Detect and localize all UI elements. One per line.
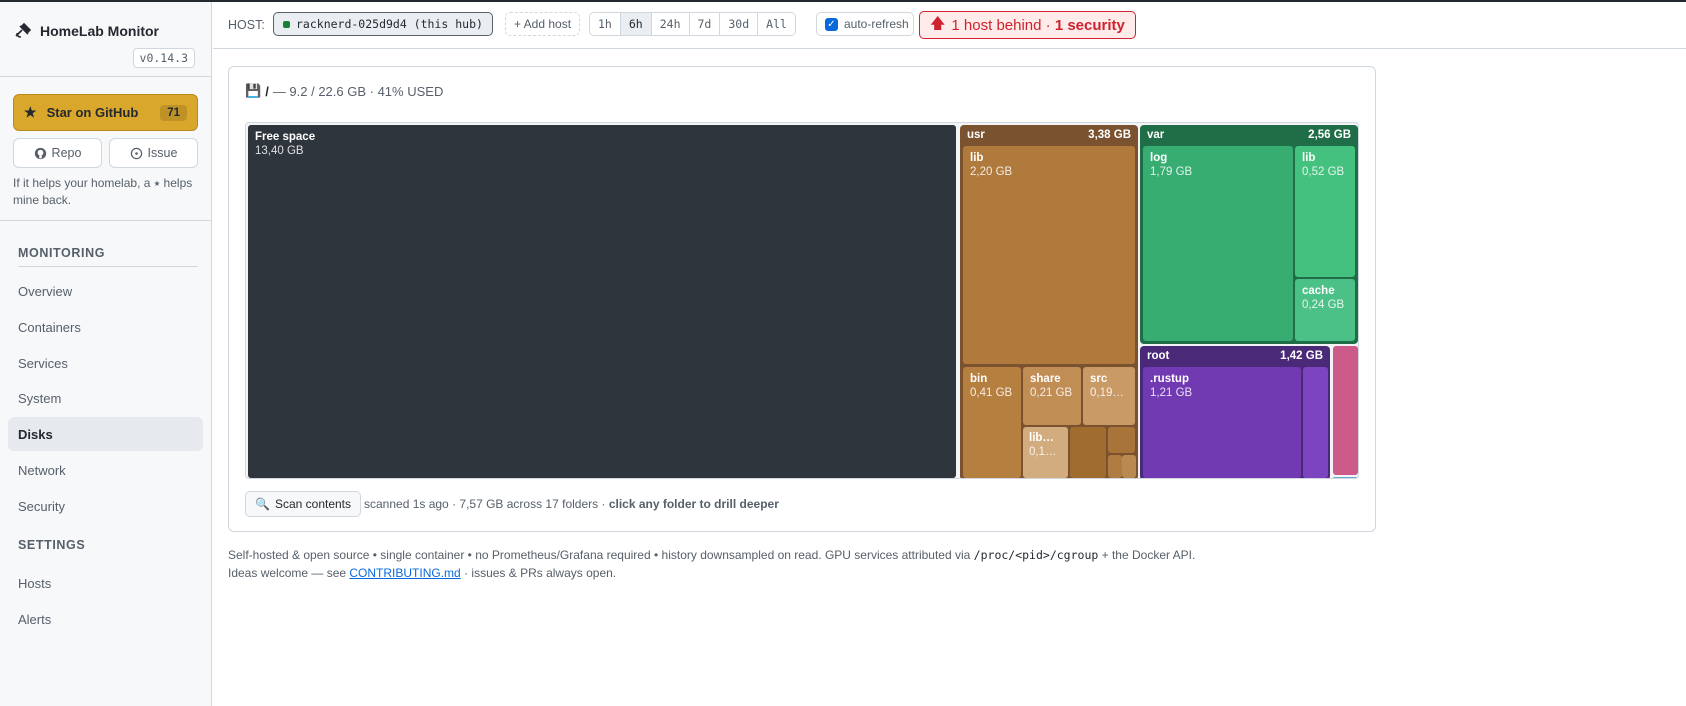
brand[interactable]: HomeLab Monitor [14, 22, 159, 40]
treemap-group-var[interactable]: var 2,56 GB log 1,79 GB lib 0,52 GB cache… [1140, 125, 1358, 344]
usr-header: usr 3,38 GB [967, 129, 1131, 141]
treemap-tile-usr-small[interactable] [1122, 455, 1136, 478]
footer: Self-hosted & open source • single conta… [228, 546, 1195, 582]
issue-button[interactable]: Issue [109, 138, 198, 168]
auto-refresh-toggle[interactable]: ✓ auto-refresh [816, 12, 914, 36]
issue-icon [130, 147, 142, 159]
treemap-tile-root-small[interactable] [1303, 367, 1328, 478]
support-help-text: If it helps your homelab, a ⭑ helps mine… [13, 176, 193, 207]
host-label: HOST: [228, 18, 265, 32]
range-1h-button[interactable]: 1h [590, 13, 621, 35]
star-icon: ★ [24, 104, 37, 120]
contributing-link[interactable]: CONTRIBUTING.md [349, 566, 460, 580]
time-range-selector: 1h 6h 24h 7d 30d All [589, 12, 796, 36]
auto-refresh-checkbox[interactable]: ✓ [825, 17, 838, 31]
scan-button-label: Scan contents [274, 497, 352, 511]
app-title: HomeLab Monitor [40, 23, 159, 39]
treemap-group-usr[interactable]: usr 3,38 GB lib 2,20 GB bin 0,41 GB share… [960, 125, 1138, 478]
sidebar-item-containers[interactable]: Containers [8, 310, 203, 344]
range-24h-button[interactable]: 24h [651, 13, 690, 35]
sidebar-item-overview[interactable]: Overview [8, 274, 203, 308]
sidebar-item-alerts[interactable]: Alerts [8, 602, 203, 636]
update-alert-button[interactable]: 🡅 1 host behind · 1 security [919, 11, 1136, 39]
treemap-tile-usr-small[interactable] [1070, 427, 1106, 478]
scan-status-text: scanned 1s ago · 7,57 GB across 17 folde… [364, 497, 779, 511]
sidebar: HomeLab Monitor v0.14.3 ★ Star on GitHub… [0, 2, 212, 706]
disk-icon: 💾 [245, 83, 262, 98]
sidebar-divider [0, 76, 212, 77]
var-header: var 2,56 GB [1147, 129, 1351, 141]
sidebar-item-system[interactable]: System [8, 381, 203, 415]
treemap-tile-var-cache[interactable]: cache 0,24 GB [1295, 279, 1355, 341]
range-30d-button[interactable]: 30d [720, 13, 759, 35]
treemap-tile-usr-lib-2[interactable]: lib… 0,1… [1023, 427, 1068, 478]
host-selector[interactable]: racknerd-025d9d4 (this hub) [273, 12, 493, 36]
range-7d-button[interactable]: 7d [689, 13, 721, 35]
settings-heading: SETTINGS [18, 538, 86, 552]
mount-point: / [265, 83, 269, 99]
treemap-tile-usr-lib[interactable]: lib 2,20 GB [963, 146, 1135, 364]
treemap-tile-usr-small[interactable] [1108, 455, 1122, 478]
treemap-tile-usr-share[interactable]: share 0,21 GB [1023, 367, 1081, 425]
treemap-tile-usr-src[interactable]: src 0,19… [1083, 367, 1135, 425]
root-header: root 1,42 GB [1147, 350, 1323, 362]
treemap-tile-free-space[interactable]: Free space 13,40 GB [248, 125, 956, 478]
scan-contents-button[interactable]: 🔍 Scan contents [245, 491, 362, 517]
magnifier-icon: 🔍 [255, 497, 270, 511]
sidebar-item-disks[interactable]: Disks [8, 417, 203, 451]
sidebar-item-services[interactable]: Services [8, 346, 203, 380]
arrow-up-icon: 🡅 [930, 14, 946, 32]
monitoring-heading: MONITORING [18, 246, 106, 260]
treemap-tile-var-log[interactable]: log 1,79 GB [1143, 146, 1293, 341]
add-host-button[interactable]: + Add host [505, 12, 581, 36]
sidebar-item-security[interactable]: Security [8, 489, 203, 523]
satellite-logo-icon [15, 22, 32, 38]
repo-button[interactable]: Repo [13, 138, 102, 168]
footer-line-1: Self-hosted & open source • single conta… [228, 548, 1196, 562]
disk-panel: 💾 / — 9.2 / 22.6 GB · 41% USED Free spac… [228, 66, 1376, 532]
disk-treemap: Free space 13,40 GB usr 3,38 GB lib 2,20 … [245, 122, 1359, 479]
range-6h-button[interactable]: 6h [620, 13, 652, 35]
github-icon [34, 147, 46, 159]
sidebar-item-hosts[interactable]: Hosts [8, 566, 203, 600]
repo-button-label: Repo [51, 146, 82, 160]
monitoring-rule [18, 266, 198, 267]
issue-button-label: Issue [147, 146, 178, 160]
treemap-group-root[interactable]: root 1,42 GB .rustup 1,21 GB [1140, 346, 1330, 478]
treemap-tile-other[interactable] [1333, 346, 1358, 475]
treemap-tile-other[interactable] [1333, 477, 1358, 478]
host-status-dot [283, 20, 290, 28]
treemap-tile-usr-bin[interactable]: bin 0,41 GB [963, 367, 1021, 478]
host-name: racknerd-025d9d4 (this hub) [296, 17, 483, 31]
sidebar-item-network[interactable]: Network [8, 453, 203, 487]
cgroup-path-code: /proc/<pid>/cgroup [973, 548, 1099, 562]
star-count-badge: 71 [160, 104, 187, 121]
auto-refresh-label: auto-refresh [844, 17, 909, 31]
top-bar: HOST: racknerd-025d9d4 (this hub) + Add … [213, 2, 1686, 49]
disk-header: 💾 / — 9.2 / 22.6 GB · 41% USED [245, 83, 443, 99]
version-badge: v0.14.3 [132, 48, 195, 68]
sidebar-divider [0, 220, 212, 221]
disk-usage: — 9.2 / 22.6 GB · 41% USED [272, 83, 444, 99]
footer-line-2: Ideas welcome — see CONTRIBUTING.md · is… [228, 566, 617, 580]
range-all-button[interactable]: All [758, 13, 795, 35]
star-on-github-button[interactable]: ★ Star on GitHub 71 [13, 94, 198, 131]
treemap-tile-root-rustup[interactable]: .rustup 1,21 GB [1143, 367, 1301, 478]
treemap-tile-var-lib[interactable]: lib 0,52 GB [1295, 146, 1355, 277]
alert-text: 1 host behind · 1 security [951, 16, 1125, 34]
treemap-tile-usr-small[interactable] [1108, 427, 1135, 453]
star-button-label: Star on GitHub [46, 105, 139, 120]
